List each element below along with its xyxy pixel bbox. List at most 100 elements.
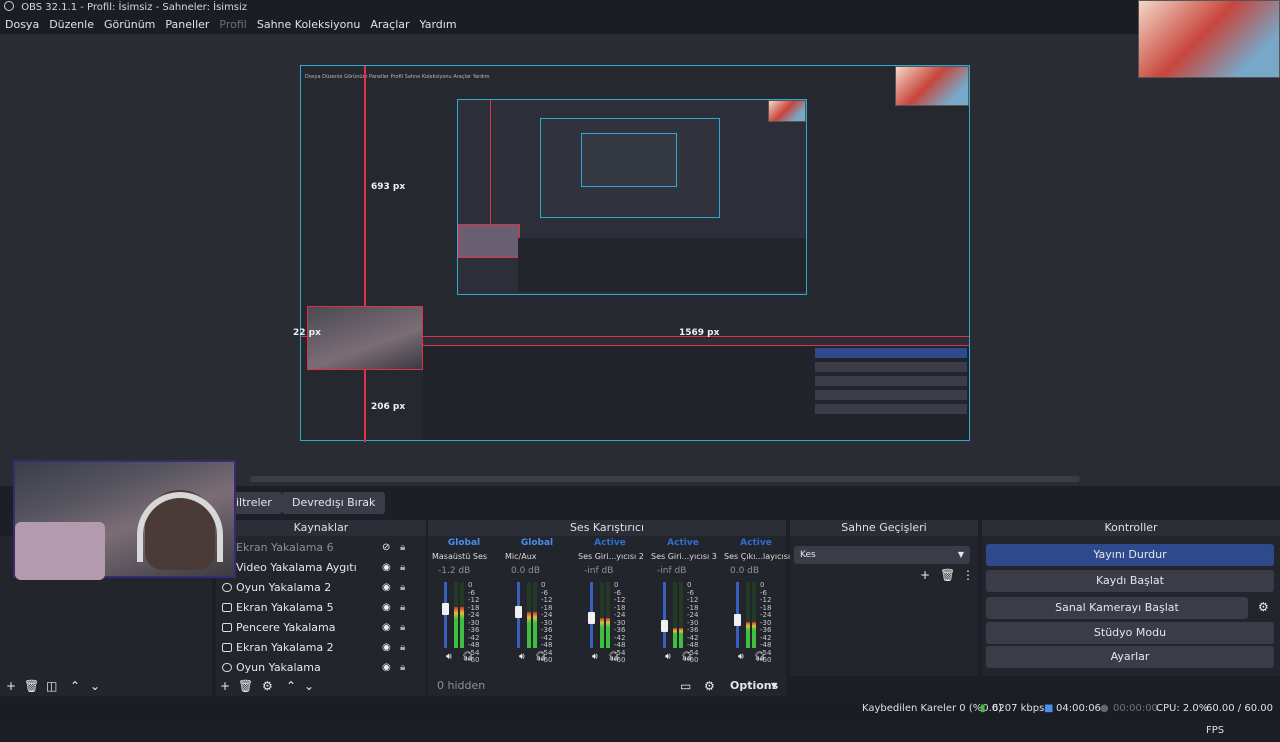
menu-item-paneller[interactable]: Paneller bbox=[165, 16, 209, 34]
lock-icon[interactable]: 🔒︎ bbox=[400, 658, 405, 676]
channel-db: -inf dB bbox=[657, 566, 687, 576]
signal-icon: ▮ bbox=[980, 703, 986, 714]
trash-icon[interactable]: 🗑︎ bbox=[238, 676, 253, 696]
volume-fader-knob[interactable] bbox=[588, 612, 595, 624]
source-item[interactable]: Ekran Yakalama 6 ⊘ 🔒︎ bbox=[216, 538, 421, 558]
stop-stream-button[interactable]: Yayını Durdur bbox=[986, 544, 1274, 566]
menu-item-dosya[interactable]: Dosya bbox=[5, 16, 39, 34]
lock-icon[interactable]: 🔒︎ bbox=[400, 638, 405, 658]
nested-avatar-image-2 bbox=[768, 100, 806, 122]
eye-icon[interactable]: ◉ bbox=[382, 578, 391, 598]
trash-icon[interactable]: 🗑︎ bbox=[24, 676, 39, 696]
gamepad-icon bbox=[222, 663, 232, 672]
mixer-channel: Global Mic/Aux 0.0 dB 0 -6 -12 -18 -24 -30 … bbox=[503, 536, 573, 666]
channel-name[interactable]: Ses Çıkı...layıcısı bbox=[724, 552, 790, 561]
record-time: 00:00:00 bbox=[1113, 703, 1158, 714]
headphones-icon[interactable]: 🎧︎ bbox=[754, 652, 765, 662]
speaker-icon[interactable]: 🔊︎ bbox=[592, 652, 598, 662]
level-meter-left bbox=[673, 582, 677, 648]
trash-icon[interactable]: 🗑︎ bbox=[940, 568, 955, 582]
nested-studio bbox=[815, 390, 967, 400]
menu-item-sahne-koleksiyonu[interactable]: Sahne Koleksiyonu bbox=[257, 16, 361, 34]
mixer-footer: 0 hidden ▭ ⚙ Options ▼ bbox=[428, 676, 786, 696]
studio-mode-button[interactable]: Stüdyo Modu bbox=[986, 622, 1274, 644]
volume-fader[interactable] bbox=[444, 582, 447, 648]
speaker-icon[interactable]: 🔊︎ bbox=[665, 652, 671, 662]
transition-select[interactable]: Kes ▼ bbox=[794, 546, 970, 564]
gear-icon[interactable]: ⚙ bbox=[1258, 600, 1269, 614]
start-virtualcam-button[interactable]: Sanal Kamerayı Başlat bbox=[986, 597, 1248, 619]
chevron-down-icon[interactable]: ⌄ bbox=[90, 676, 100, 696]
source-item[interactable]: Oyun Yakalama ◉ 🔒︎ bbox=[216, 658, 421, 676]
eye-icon[interactable]: ◉ bbox=[382, 618, 391, 638]
gear-icon[interactable]: ⚙ bbox=[262, 676, 273, 696]
window-title: OBS 32.1.1 - Profil: İsimsiz - Sahneler:… bbox=[21, 2, 248, 13]
lock-icon[interactable]: 🔒︎ bbox=[400, 558, 405, 578]
headphones-icon[interactable]: 🎧︎ bbox=[535, 652, 546, 662]
preview-horizontal-scrollbar[interactable] bbox=[250, 476, 1080, 482]
channel-name[interactable]: Ses Giri...yıcısı 2 bbox=[578, 552, 644, 561]
sources-dock: Ekran Yakalama 6 ⊘ 🔒︎ Video Yakalama Ayg… bbox=[216, 536, 426, 676]
eye-icon[interactable]: ◉ bbox=[382, 658, 391, 676]
chevron-down-icon[interactable]: ⌄ bbox=[304, 676, 314, 696]
channel-status: Active bbox=[667, 538, 699, 548]
speaker-icon[interactable]: 🔊︎ bbox=[446, 652, 452, 662]
channel-name[interactable]: Ses Giri...yıcısı 3 bbox=[651, 552, 717, 561]
eye-icon[interactable]: ◉ bbox=[382, 638, 391, 658]
channel-name[interactable]: Mic/Aux bbox=[505, 552, 537, 561]
speaker-icon[interactable]: 🔊︎ bbox=[519, 652, 525, 662]
add-source-icon[interactable]: + bbox=[220, 676, 230, 696]
menu-item-araclar[interactable]: Araçlar bbox=[370, 16, 409, 34]
level-meter-left bbox=[454, 582, 458, 648]
webcam-source-selected[interactable] bbox=[307, 306, 423, 370]
nested-preview-menu: Dosya Düzenle Görünüm Paneller Profil Sa… bbox=[305, 74, 490, 80]
channel-name[interactable]: Masaüstü Ses bbox=[432, 552, 487, 561]
advanced-settings-icon[interactable]: ⚙ bbox=[704, 676, 715, 696]
hidden-eye-icon[interactable]: ⊘ bbox=[382, 538, 390, 558]
channel-status: Global bbox=[520, 538, 554, 548]
mixer-channel: Active Ses Giri...yıcısı 2 -inf dB 0 -6 -12… bbox=[576, 536, 646, 666]
start-recording-button[interactable]: Kaydı Başlat bbox=[986, 570, 1274, 592]
avatar-overlay-image bbox=[1138, 0, 1280, 78]
deactivate-button[interactable]: Devredışı Bırak bbox=[282, 492, 386, 514]
volume-fader-knob[interactable] bbox=[734, 614, 741, 626]
volume-fader-knob[interactable] bbox=[515, 606, 522, 618]
source-item[interactable]: Ekran Yakalama 2 ◉ 🔒︎ bbox=[216, 638, 421, 658]
preview-canvas[interactable]: Dosya Düzenle Görünüm Paneller Profil Sa… bbox=[293, 65, 970, 442]
stream-icon: ■ bbox=[1044, 703, 1054, 714]
lock-icon[interactable]: 🔒︎ bbox=[400, 618, 405, 638]
chevron-up-icon[interactable]: ⌃ bbox=[286, 676, 296, 696]
lock-icon[interactable]: 🔒︎ bbox=[400, 598, 405, 618]
layout-icon[interactable]: ▭ bbox=[680, 676, 691, 696]
chevron-up-icon[interactable]: ⌃ bbox=[70, 676, 80, 696]
menu-item-gorunum[interactable]: Görünüm bbox=[104, 16, 155, 34]
headphones-icon[interactable]: 🎧︎ bbox=[462, 652, 473, 662]
source-label: Ekran Yakalama 5 bbox=[236, 601, 334, 614]
eye-icon[interactable]: ◉ bbox=[382, 598, 391, 618]
volume-fader[interactable] bbox=[663, 582, 666, 648]
volume-fader-knob[interactable] bbox=[661, 620, 668, 632]
eye-icon[interactable]: ◉ bbox=[382, 558, 391, 578]
source-item[interactable]: Video Yakalama Aygıtı ◉ 🔒︎ bbox=[216, 558, 421, 578]
source-item[interactable]: Pencere Yakalama ◉ 🔒︎ bbox=[216, 618, 421, 638]
distance-label-right: 1569 px bbox=[679, 328, 720, 338]
add-scene-icon[interactable]: + bbox=[6, 676, 16, 696]
menu-item-profil[interactable]: Profil bbox=[219, 16, 246, 34]
more-menu-icon[interactable]: ⋮ bbox=[962, 568, 974, 582]
filter-icon[interactable]: ◫ bbox=[46, 676, 57, 696]
lock-icon[interactable]: 🔒︎ bbox=[400, 538, 405, 558]
volume-fader-knob[interactable] bbox=[442, 603, 449, 615]
speaker-icon[interactable]: 🔊︎ bbox=[738, 652, 744, 662]
add-transition-icon[interactable]: + bbox=[920, 568, 930, 582]
nested-avatar-image bbox=[895, 66, 969, 106]
source-item[interactable]: Ekran Yakalama 5 ◉ 🔒︎ bbox=[216, 598, 421, 618]
lock-icon[interactable]: 🔒︎ bbox=[400, 578, 405, 598]
menu-item-yardim[interactable]: Yardım bbox=[420, 16, 457, 34]
source-item[interactable]: Oyun Yakalama 2 ◉ 🔒︎ bbox=[216, 578, 421, 598]
headphones-icon[interactable]: 🎧︎ bbox=[681, 652, 692, 662]
channel-db: 0.0 dB bbox=[730, 566, 760, 576]
menu-item-duzenle[interactable]: Düzenle bbox=[49, 16, 94, 34]
settings-button[interactable]: Ayarlar bbox=[986, 646, 1274, 668]
headphones-icon[interactable]: 🎧︎ bbox=[608, 652, 619, 662]
level-meter-left bbox=[746, 582, 750, 648]
